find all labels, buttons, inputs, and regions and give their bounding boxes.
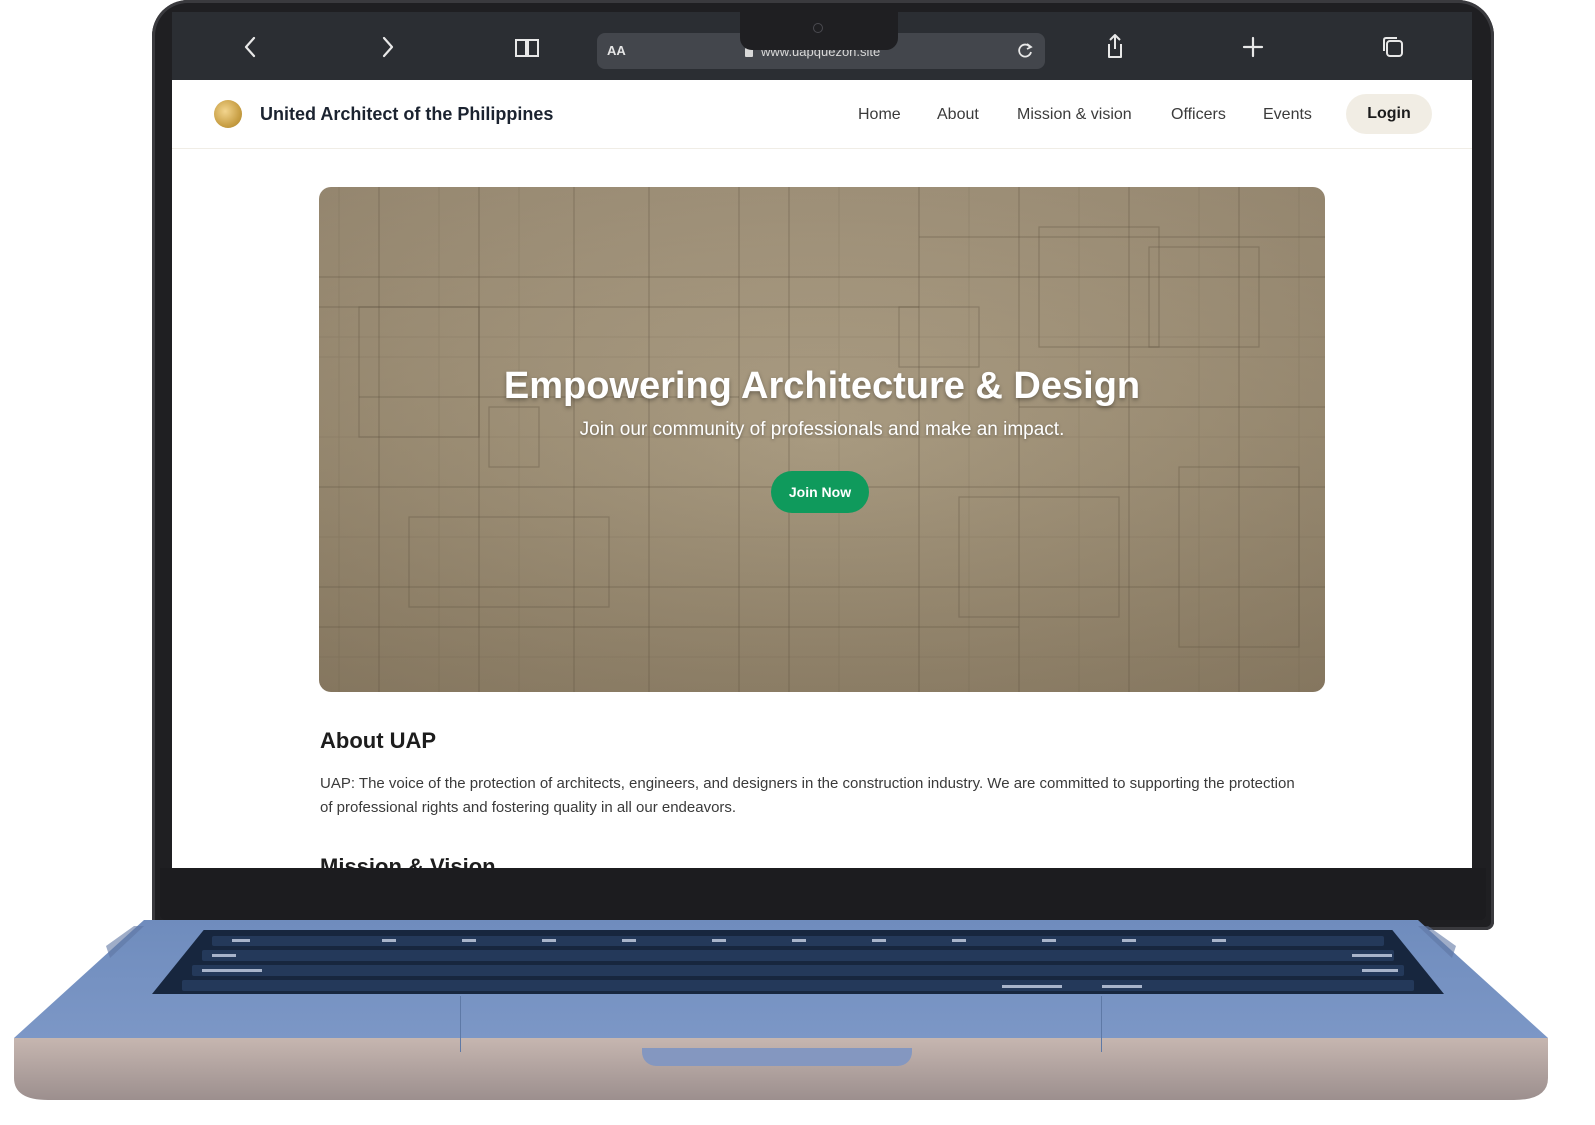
nav-home[interactable]: Home bbox=[858, 106, 901, 124]
chevron-left-icon[interactable] bbox=[236, 32, 266, 62]
site-title[interactable]: United Architect of the Philippines bbox=[260, 104, 553, 125]
nav-events[interactable]: Events bbox=[1263, 106, 1312, 124]
camera-notch bbox=[740, 10, 898, 50]
lid-opening-notch bbox=[642, 1048, 912, 1066]
laptop-screen: AA www.uapquezon.site United Architect o… bbox=[172, 12, 1472, 868]
site-header: United Architect of the Philippines Home… bbox=[172, 80, 1472, 149]
keyboard bbox=[152, 930, 1444, 994]
camera-icon bbox=[813, 23, 823, 33]
laptop-lid-bottom bbox=[160, 868, 1486, 920]
reload-icon[interactable] bbox=[1015, 41, 1035, 61]
about-heading: About UAP bbox=[320, 728, 437, 753]
book-icon[interactable] bbox=[512, 32, 542, 62]
about-text: UAP: The voice of the protection of arch… bbox=[320, 775, 1295, 816]
plus-icon[interactable] bbox=[1238, 32, 1268, 62]
hero-banner: Empowering Architecture & Design Join ou… bbox=[319, 187, 1325, 692]
join-now-button[interactable]: Join Now bbox=[771, 471, 869, 513]
share-icon[interactable] bbox=[1100, 32, 1130, 62]
tabs-icon[interactable] bbox=[1378, 32, 1408, 62]
uap-logo[interactable] bbox=[214, 100, 242, 128]
hero-title: Empowering Architecture & Design bbox=[503, 365, 1141, 407]
trackpad bbox=[460, 996, 1102, 1052]
nav-about[interactable]: About bbox=[937, 106, 979, 124]
reader-mode-button[interactable]: AA bbox=[607, 43, 626, 58]
hero-subtitle: Join our community of professionals and … bbox=[579, 419, 1065, 440]
chevron-right-icon[interactable] bbox=[372, 32, 402, 62]
nav-officers[interactable]: Officers bbox=[1171, 106, 1226, 124]
nav-mission-vision[interactable]: Mission & vision bbox=[1017, 106, 1132, 124]
keyboard-keys bbox=[182, 936, 1414, 991]
login-button[interactable]: Login bbox=[1346, 94, 1432, 134]
mission-vision-heading: Mission & Vision bbox=[320, 854, 496, 868]
